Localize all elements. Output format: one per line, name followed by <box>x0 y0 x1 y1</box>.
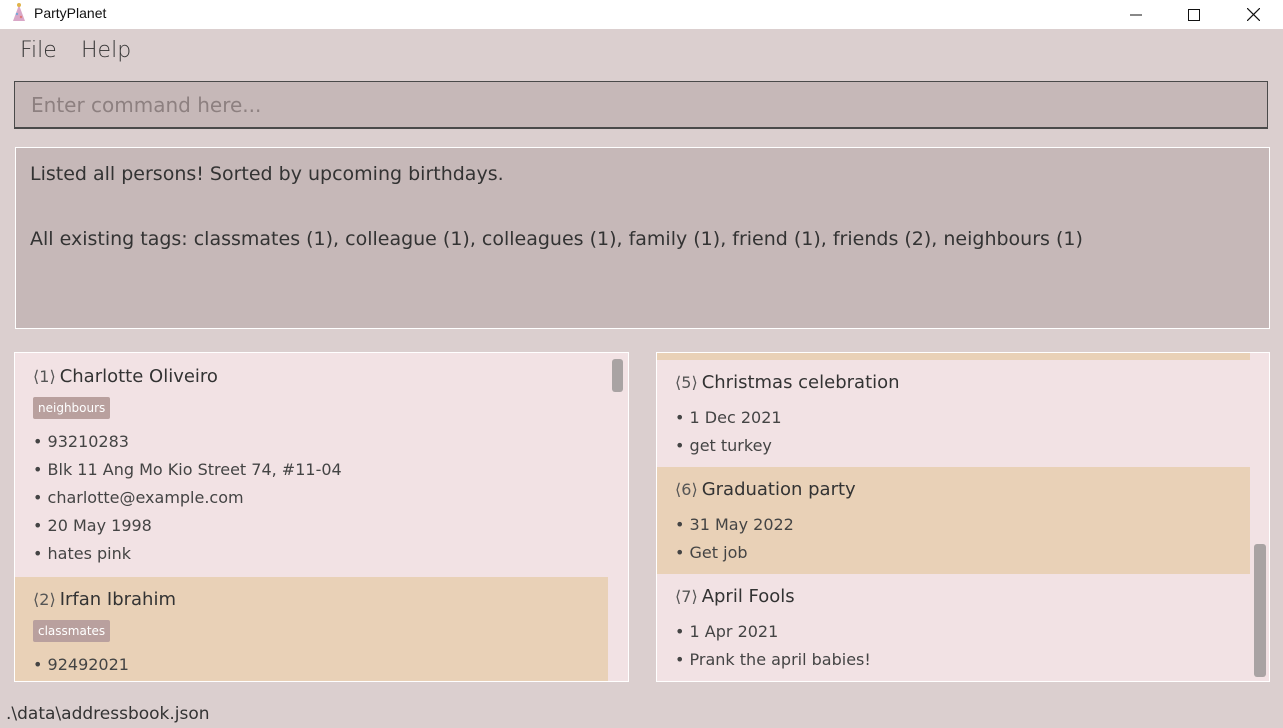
event-date: • 1 Dec 2021 <box>675 408 782 427</box>
event-card-partial <box>657 353 1250 360</box>
person-birthday: • 20 May 1998 <box>33 516 152 535</box>
event-name-header: ⟨5⟩ Christmas celebration <box>675 372 900 393</box>
card-index: ⟨7⟩ <box>675 587 698 606</box>
event-date: • 1 Apr 2021 <box>675 622 779 641</box>
event-name-header: ⟨6⟩ Graduation party <box>675 479 856 500</box>
maximize-button[interactable] <box>1171 0 1217 29</box>
result-message: Listed all persons! Sorted by upcoming b… <box>30 163 504 185</box>
status-bar-path: .\data\addressbook.json <box>6 704 210 724</box>
event-detail: • get turkey <box>675 436 772 455</box>
event-date: • 31 May 2022 <box>675 515 794 534</box>
menu-bar: File Help <box>0 29 1283 75</box>
card-index: ⟨1⟩ <box>33 367 56 386</box>
event-name: Graduation party <box>701 479 856 500</box>
card-index: ⟨6⟩ <box>675 480 698 499</box>
event-name: Christmas celebration <box>701 372 900 393</box>
event-card[interactable]: ⟨6⟩ Graduation party • 31 May 2022 • Get … <box>657 467 1250 574</box>
person-phone: • 93210283 <box>33 432 129 451</box>
result-display: Listed all persons! Sorted by upcoming b… <box>15 147 1270 329</box>
card-index: ⟨5⟩ <box>675 373 698 392</box>
person-remark: • hates pink <box>33 544 132 563</box>
event-list-panel: ⟨5⟩ Christmas celebration • 1 Dec 2021 • … <box>656 352 1270 682</box>
card-index: ⟨2⟩ <box>33 590 56 609</box>
menu-file[interactable]: File <box>20 38 57 63</box>
person-name-header: ⟨1⟩ Charlotte Oliveiro <box>33 366 218 387</box>
close-icon <box>1246 8 1260 21</box>
event-detail: • Prank the april babies! <box>675 650 871 669</box>
command-input[interactable] <box>15 82 1267 127</box>
close-button[interactable] <box>1230 0 1276 29</box>
maximize-icon <box>1188 8 1200 21</box>
minimize-icon <box>1130 14 1142 15</box>
event-list-scrollbar[interactable] <box>1254 544 1266 677</box>
command-box <box>14 81 1268 129</box>
title-bar: PartyPlanet <box>0 0 1283 29</box>
event-name-header: ⟨7⟩ April Fools <box>675 586 795 607</box>
person-name-header: ⟨2⟩ Irfan Ibrahim <box>33 589 176 610</box>
menu-help[interactable]: Help <box>81 38 131 63</box>
person-phone: • 92492021 <box>33 655 129 674</box>
party-hat-icon <box>13 3 25 21</box>
person-email: • charlotte@example.com <box>33 488 244 507</box>
tag-badge: classmates <box>33 620 111 642</box>
tags-summary: All existing tags: classmates (1), colle… <box>30 228 1083 250</box>
window-title: PartyPlanet <box>34 5 107 21</box>
minimize-button[interactable] <box>1113 0 1159 29</box>
event-detail: • Get job <box>675 543 748 562</box>
person-list-panel: ⟨1⟩ Charlotte Oliveiro neighbours • 93210… <box>14 352 629 682</box>
event-card[interactable]: ⟨7⟩ April Fools • 1 Apr 2021 • Prank the … <box>657 574 1250 681</box>
event-name: April Fools <box>701 586 795 607</box>
person-name: Irfan Ibrahim <box>59 589 177 610</box>
person-card[interactable]: ⟨1⟩ Charlotte Oliveiro neighbours • 93210… <box>15 353 608 577</box>
person-name: Charlotte Oliveiro <box>59 366 218 387</box>
person-card[interactable]: ⟨2⟩ Irfan Ibrahim classmates • 92492021 <box>15 577 608 681</box>
person-address: • Blk 11 Ang Mo Kio Street 74, #11-04 <box>33 460 342 479</box>
tag-badge: neighbours <box>33 397 111 419</box>
event-card[interactable]: ⟨5⟩ Christmas celebration • 1 Dec 2021 • … <box>657 360 1250 467</box>
person-list-scrollbar[interactable] <box>612 359 623 392</box>
